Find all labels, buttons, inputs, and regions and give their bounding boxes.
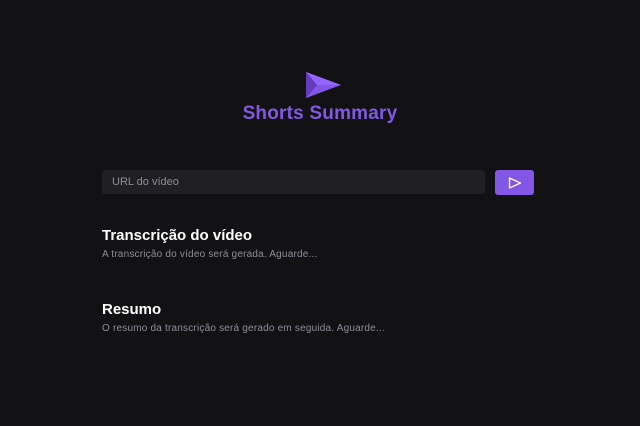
transcription-text: A transcrição do vídeo será gerada. Agua… — [102, 249, 318, 260]
transcription-title: Transcrição do vídeo — [102, 227, 253, 244]
send-play-icon — [508, 176, 521, 189]
summary-title: Resumo — [102, 301, 162, 318]
play-triangle-icon — [306, 72, 341, 98]
submit-button[interactable] — [495, 170, 534, 195]
summary-text: O resumo da transcrição será gerado em s… — [102, 323, 385, 334]
app-title: Shorts Summary — [242, 103, 398, 124]
url-input[interactable] — [102, 170, 485, 194]
